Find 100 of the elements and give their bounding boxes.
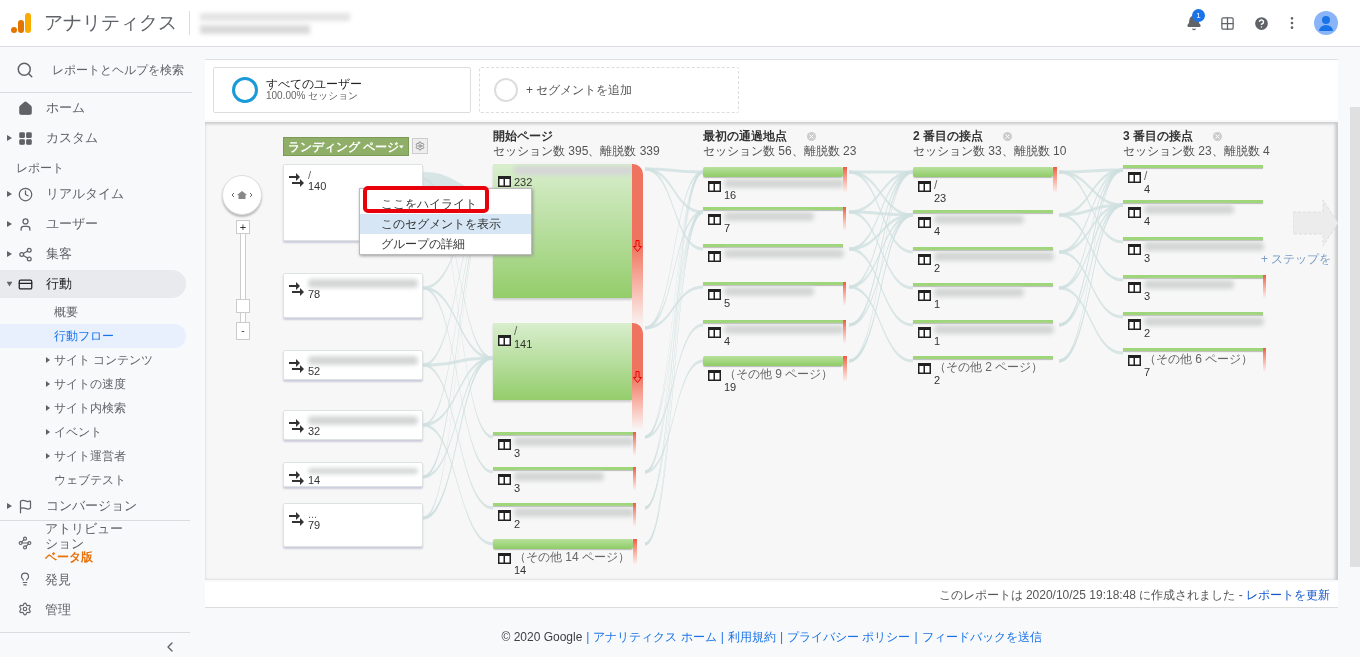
page-node[interactable]: / 141 xyxy=(493,323,632,400)
node-count: 14 xyxy=(308,474,322,486)
landing-node[interactable]: ... 79 xyxy=(283,503,423,547)
nav-item[interactable]: 行動 xyxy=(0,270,186,298)
page-node[interactable]: 3 xyxy=(1123,237,1263,264)
step-stats: セッション数 395、離脱数 339 xyxy=(493,144,660,159)
nav-subitem[interactable]: サイト コンテンツ xyxy=(0,348,186,372)
footer-link[interactable]: フィードバックを送信 xyxy=(921,628,1042,646)
page-node[interactable]: 3 xyxy=(493,467,633,494)
zoom-out-button[interactable]: - xyxy=(236,322,250,340)
nav-subitem[interactable]: 概要 xyxy=(0,300,186,324)
pan-control[interactable] xyxy=(222,175,262,215)
refresh-report-link[interactable]: レポートを更新 xyxy=(1246,587,1330,602)
nav-item[interactable]: 集客 xyxy=(0,240,186,268)
page-node[interactable]: 4 xyxy=(1123,200,1263,227)
add-segment-card[interactable]: + セグメントを追加 xyxy=(479,67,739,113)
node-count: 4 xyxy=(1144,215,1152,227)
page-node[interactable]: 5 xyxy=(703,282,843,309)
caret-icon[interactable] xyxy=(6,503,12,509)
node-count: 3 xyxy=(1144,290,1152,302)
page-icon xyxy=(1128,319,1141,330)
node-count: 2 xyxy=(1144,327,1152,339)
page-node[interactable]: 2 xyxy=(1123,312,1263,339)
node-label: （その他 2 ページ） xyxy=(934,361,1044,373)
nav-item[interactable]: アトリビューション ベータ版 xyxy=(0,521,190,564)
landing-node[interactable]: 32 xyxy=(283,410,423,440)
caret-icon[interactable] xyxy=(6,281,12,287)
caret-icon[interactable] xyxy=(46,453,50,459)
page-node[interactable]: 16 xyxy=(703,167,843,201)
segment-card[interactable]: すべてのユーザー 100.00% セッション xyxy=(213,67,471,113)
page-node[interactable]: 4 xyxy=(913,210,1053,237)
nav-subitem[interactable]: サイト内検索 xyxy=(0,396,186,420)
page-node[interactable]: 2 xyxy=(493,503,633,530)
report-note: このレポートは 2020/10/25 19:18:48 に作成されました - レポートを更新 xyxy=(938,586,1330,604)
node-count: 4 xyxy=(724,335,732,347)
scrollbar[interactable] xyxy=(1350,107,1360,567)
step-title: 3 番目の接点 xyxy=(1123,129,1193,144)
caret-icon[interactable] xyxy=(46,429,50,435)
help-icon[interactable] xyxy=(1253,14,1270,32)
notification-badge: 1 xyxy=(1192,9,1205,22)
page-node[interactable]: 7 xyxy=(703,207,843,234)
node-count: 19 xyxy=(724,381,738,393)
caret-icon[interactable] xyxy=(6,135,12,141)
node-count: 7 xyxy=(1144,366,1152,378)
caret-icon[interactable] xyxy=(46,405,50,411)
caret-icon[interactable] xyxy=(6,221,12,227)
caret-icon[interactable] xyxy=(46,381,50,387)
nav-subitem[interactable]: サイト運営者 xyxy=(0,444,186,468)
nav-item[interactable]: カスタム xyxy=(0,123,190,153)
landing-node[interactable]: 78 xyxy=(283,273,423,318)
page-node[interactable]: 1 xyxy=(913,283,1053,310)
menu-item[interactable]: このセグメントを表示 xyxy=(360,214,531,234)
page-node[interactable]: （その他 9 ページ） 19 xyxy=(703,356,843,390)
node-count: 5 xyxy=(724,297,732,309)
caret-icon[interactable] xyxy=(6,191,12,197)
page-node[interactable]: / 4 xyxy=(1123,165,1263,192)
page-node[interactable]: （その他 14 ページ） 14 xyxy=(493,539,633,573)
segment-ring-icon xyxy=(232,77,258,103)
node-label: / xyxy=(934,179,939,191)
node-count: 7 xyxy=(724,222,732,234)
page-icon xyxy=(498,335,511,346)
section-label: レポート xyxy=(16,160,64,177)
landing-node[interactable]: 14 xyxy=(283,462,423,487)
page-node[interactable]: （その他 6 ページ） 7 xyxy=(1123,348,1263,375)
step-stats: セッション数 23、離脱数 4 xyxy=(1123,144,1270,159)
nav-subitem[interactable]: イベント xyxy=(0,420,186,444)
node-count: 3 xyxy=(514,482,522,494)
node-label: / xyxy=(514,325,519,337)
nav-subitem[interactable]: 行動フロー xyxy=(0,324,186,348)
footer-link[interactable]: プライバシー ポリシー xyxy=(787,628,911,646)
page-node[interactable]: 3 xyxy=(1123,275,1263,302)
nav-item[interactable]: コンバージョン xyxy=(0,492,186,520)
avatar-icon[interactable] xyxy=(1314,11,1338,35)
nav-subitem[interactable]: ウェブテスト xyxy=(0,468,186,492)
nav-item[interactable]: ホーム xyxy=(0,93,190,123)
nav-item[interactable]: 管理 xyxy=(0,594,190,624)
landing-node[interactable]: 52 xyxy=(283,350,423,380)
footer-link[interactable]: アナリティクス ホーム xyxy=(593,628,717,646)
page-icon xyxy=(1128,172,1141,183)
nav-item[interactable]: 発見 xyxy=(0,564,190,594)
page-node[interactable]: 1 xyxy=(913,320,1053,347)
nav-item[interactable]: リアルタイム xyxy=(0,180,186,208)
apps-icon[interactable] xyxy=(1220,15,1235,31)
page-node[interactable]: （その他 2 ページ） 2 xyxy=(913,356,1053,383)
page-icon xyxy=(708,214,721,225)
node-count: 2 xyxy=(934,262,942,274)
caret-icon[interactable] xyxy=(6,251,12,257)
nav-subitem[interactable]: サイトの速度 xyxy=(0,372,186,396)
zoom-slider-thumb[interactable] xyxy=(236,299,250,314)
page-node[interactable]: 4 xyxy=(703,320,843,347)
page-node[interactable]: 3 xyxy=(493,432,633,459)
zoom-in-button[interactable]: + xyxy=(236,220,250,234)
search-field[interactable]: レポートとヘルプを検索 xyxy=(52,60,192,79)
nav-item[interactable]: ユーザー xyxy=(0,210,186,238)
footer-link[interactable]: 利用規約 xyxy=(727,628,776,646)
page-node[interactable]: 2 xyxy=(913,247,1053,274)
page-icon xyxy=(918,327,931,338)
page-node[interactable]: / 23 xyxy=(913,167,1053,201)
node-label: （その他 6 ページ） xyxy=(1144,353,1254,365)
caret-icon[interactable] xyxy=(46,357,50,363)
